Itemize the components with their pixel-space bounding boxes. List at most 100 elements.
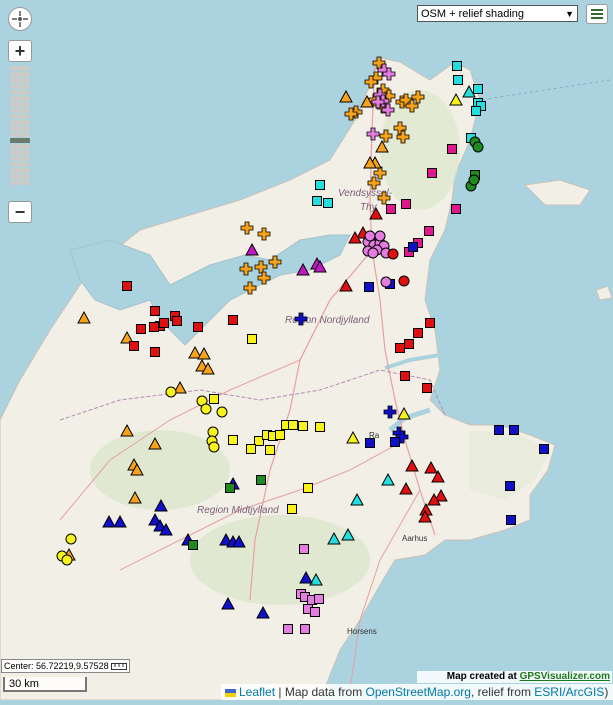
square-marker[interactable]: [283, 624, 293, 634]
square-marker[interactable]: [424, 226, 434, 236]
square-marker[interactable]: [386, 204, 396, 214]
square-marker[interactable]: [422, 383, 432, 393]
square-marker[interactable]: [129, 341, 139, 351]
square-marker[interactable]: [413, 328, 423, 338]
zoom-slider-handle[interactable]: [10, 138, 30, 143]
square-marker[interactable]: [395, 343, 405, 353]
zoom-slider-step[interactable]: [10, 102, 30, 107]
square-marker[interactable]: [150, 306, 160, 316]
circle-marker[interactable]: [468, 174, 480, 186]
circle-marker[interactable]: [208, 441, 220, 453]
gpsvisualizer-link[interactable]: GPSVisualizer.com: [520, 671, 610, 682]
square-marker[interactable]: [425, 318, 435, 328]
square-marker[interactable]: [228, 315, 238, 325]
zoom-slider-step[interactable]: [10, 90, 30, 95]
zoom-slider-step[interactable]: [10, 150, 30, 155]
zoom-slider-step[interactable]: [10, 108, 30, 113]
square-marker[interactable]: [275, 430, 285, 440]
square-marker[interactable]: [122, 281, 132, 291]
circle-marker[interactable]: [200, 403, 212, 415]
zoom-slider-step[interactable]: [10, 126, 30, 131]
square-marker[interactable]: [310, 607, 320, 617]
square-marker[interactable]: [315, 180, 325, 190]
square-marker[interactable]: [401, 199, 411, 209]
zoom-slider-step[interactable]: [10, 96, 30, 101]
square-marker[interactable]: [300, 624, 310, 634]
center-map-button[interactable]: [8, 7, 32, 31]
square-marker[interactable]: [505, 481, 515, 491]
circle-marker[interactable]: [398, 275, 410, 287]
square-marker[interactable]: [323, 198, 333, 208]
circle-marker[interactable]: [364, 230, 376, 242]
map-canvas[interactable]: Vendsyssel- Thy Region Nordjylland Regio…: [0, 0, 613, 701]
square-marker[interactable]: [427, 168, 437, 178]
triangle-marker[interactable]: [339, 89, 353, 103]
square-marker[interactable]: [159, 318, 169, 328]
square-marker[interactable]: [400, 371, 410, 381]
square-marker[interactable]: [473, 84, 483, 94]
zoom-in-button[interactable]: +: [8, 40, 32, 62]
base-layer-select[interactable]: OSM + relief shading ▼: [417, 5, 578, 22]
circle-marker[interactable]: [380, 276, 392, 288]
square-marker[interactable]: [188, 540, 198, 550]
square-marker[interactable]: [172, 316, 182, 326]
zoom-slider-step[interactable]: [10, 162, 30, 167]
square-marker[interactable]: [247, 334, 257, 344]
square-marker[interactable]: [494, 425, 504, 435]
square-marker[interactable]: [453, 75, 463, 85]
zoom-slider-step[interactable]: [10, 132, 30, 137]
square-marker[interactable]: [288, 420, 298, 430]
square-marker[interactable]: [193, 322, 203, 332]
zoom-slider-step[interactable]: [10, 168, 30, 173]
zoom-slider-step[interactable]: [10, 84, 30, 89]
square-marker[interactable]: [265, 445, 275, 455]
zoom-slider-step[interactable]: [10, 156, 30, 161]
square-marker[interactable]: [312, 196, 322, 206]
circle-marker[interactable]: [207, 426, 219, 438]
square-marker[interactable]: [447, 144, 457, 154]
circle-marker[interactable]: [374, 230, 386, 242]
zoom-slider[interactable]: [10, 66, 30, 194]
circle-marker[interactable]: [387, 248, 399, 260]
ruler-icon[interactable]: [110, 662, 127, 670]
circle-marker[interactable]: [65, 533, 77, 545]
zoom-slider-step[interactable]: [10, 78, 30, 83]
osm-link[interactable]: OpenStreetMap.org: [366, 685, 471, 699]
square-marker[interactable]: [256, 475, 266, 485]
square-marker[interactable]: [408, 242, 418, 252]
esri-link[interactable]: ESRI/ArcGIS: [534, 685, 604, 699]
square-marker[interactable]: [228, 435, 238, 445]
square-marker[interactable]: [315, 422, 325, 432]
zoom-slider-step[interactable]: [10, 114, 30, 119]
circle-marker[interactable]: [472, 141, 484, 153]
square-marker[interactable]: [404, 339, 414, 349]
square-marker[interactable]: [390, 437, 400, 447]
zoom-slider-step[interactable]: [10, 144, 30, 149]
square-marker[interactable]: [452, 61, 462, 71]
square-marker[interactable]: [364, 282, 374, 292]
square-marker[interactable]: [365, 438, 375, 448]
square-marker[interactable]: [225, 483, 235, 493]
circle-marker[interactable]: [216, 406, 228, 418]
leaflet-link[interactable]: Leaflet: [239, 685, 275, 699]
square-marker[interactable]: [451, 204, 461, 214]
square-marker[interactable]: [506, 515, 516, 525]
square-marker[interactable]: [246, 444, 256, 454]
square-marker[interactable]: [539, 444, 549, 454]
square-marker[interactable]: [509, 425, 519, 435]
square-marker[interactable]: [149, 322, 159, 332]
square-marker[interactable]: [136, 324, 146, 334]
menu-button[interactable]: [586, 4, 608, 24]
square-marker[interactable]: [150, 347, 160, 357]
zoom-slider-step[interactable]: [10, 120, 30, 125]
zoom-slider-step[interactable]: [10, 66, 30, 71]
map-svg[interactable]: Vendsyssel- Thy Region Nordjylland Regio…: [0, 0, 613, 701]
zoom-slider-step[interactable]: [10, 72, 30, 77]
square-marker[interactable]: [209, 394, 219, 404]
zoom-out-button[interactable]: −: [8, 201, 32, 223]
circle-marker[interactable]: [165, 386, 177, 398]
square-marker[interactable]: [471, 106, 481, 116]
circle-marker[interactable]: [367, 247, 379, 259]
square-marker[interactable]: [298, 421, 308, 431]
zoom-slider-step[interactable]: [10, 174, 30, 179]
